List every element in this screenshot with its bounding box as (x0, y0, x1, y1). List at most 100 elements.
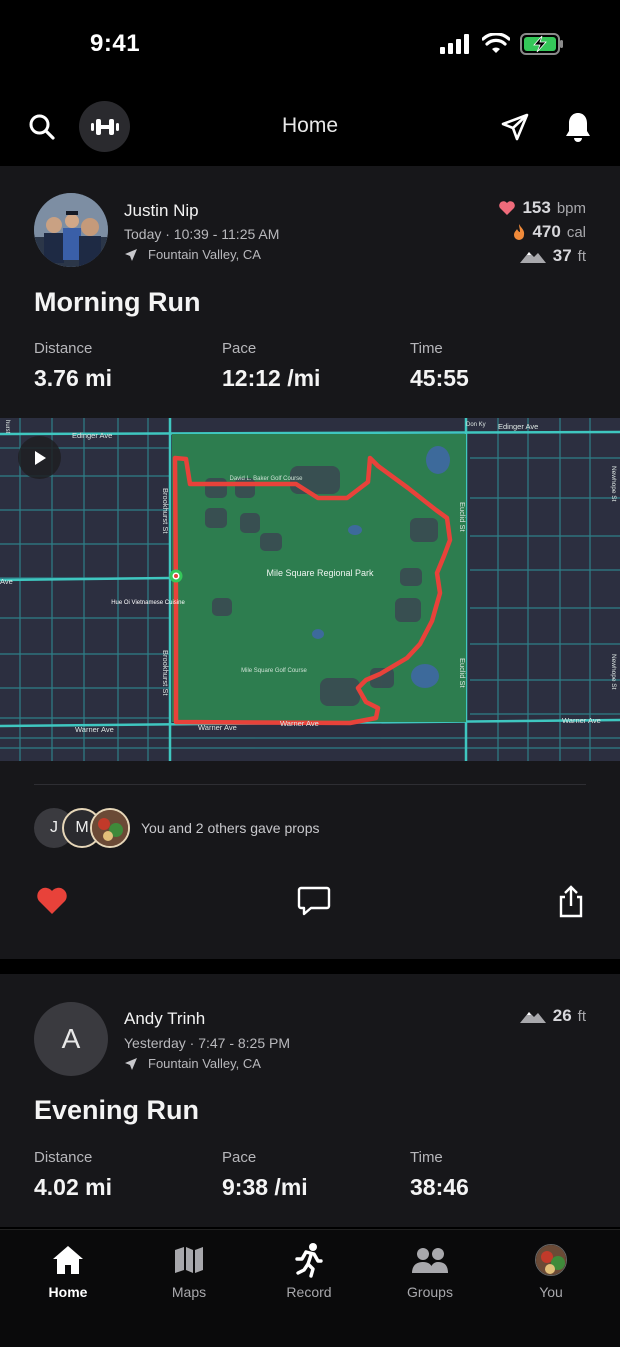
elevation-value: 26 (552, 1006, 572, 1025)
share-button[interactable] (554, 884, 588, 920)
map-label-newhope-s: Newhope St (610, 654, 617, 690)
stat-value: 9:38 /mi (222, 1174, 308, 1200)
comment-button[interactable] (296, 884, 332, 918)
location-text: Fountain Valley, CA (148, 1056, 261, 1071)
activity-datetime: Yesterday · 7:47 - 8:25 PM (124, 1035, 291, 1051)
calories-value: 470 (532, 222, 561, 241)
status-time: 9:41 (90, 30, 141, 57)
tab-bar: Home Maps Record Groups You (0, 1229, 620, 1347)
athlete-avatar[interactable] (34, 193, 108, 267)
heart-filled-icon (37, 887, 67, 914)
location-arrow-icon (125, 248, 137, 261)
battery-charging-icon (520, 33, 564, 60)
activity-title[interactable]: Morning Run (34, 287, 200, 318)
stat-value: 38:46 (410, 1174, 469, 1200)
map-label-don-ky: Don Ky (466, 422, 486, 428)
map-label-golf-north: David L. Baker Golf Course (229, 476, 303, 482)
map-label-euclid-n: Euclid St (458, 502, 467, 533)
props-avatars[interactable]: J M (34, 808, 134, 848)
map-label-edinger-w: Edinger Ave (72, 431, 112, 440)
athlete-avatar[interactable]: A (34, 1002, 108, 1076)
stat-value: 3.76 mi (34, 365, 112, 391)
map-label-brookhurst-s: Brookhurst St (161, 650, 170, 696)
send-icon[interactable] (499, 111, 531, 143)
athlete-name[interactable]: Andy Trinh (124, 1009, 205, 1029)
stat-label: Distance (34, 340, 93, 357)
calories-metric: 470 cal (512, 222, 586, 242)
map-icon (175, 1247, 203, 1273)
map-label-edinger-e: Edinger Ave (498, 422, 538, 431)
home-icon (53, 1246, 83, 1274)
map-label-brookhurst-n: Brookhurst St (161, 488, 170, 534)
map-label-warner-e: Warner Ave (562, 716, 601, 725)
elevation-metric: 37 ft (519, 246, 586, 266)
elevation-unit: ft (577, 1007, 586, 1025)
elevation-value: 37 (552, 246, 572, 265)
map-label-ave-w: Ave (0, 577, 13, 586)
stat-time: Time 45:55 (410, 340, 469, 392)
location-text: Fountain Valley, CA (148, 247, 261, 262)
status-icons (440, 32, 564, 60)
top-navigation: Home (0, 92, 620, 166)
notifications-bell-icon[interactable] (562, 110, 594, 144)
location-arrow-icon (125, 1057, 137, 1070)
map-label-warner-c2: Warner Ave (280, 719, 319, 728)
tab-label: Home (48, 1284, 88, 1300)
heart-rate-value: 153 (522, 198, 551, 217)
stat-label: Pace (222, 340, 257, 357)
props-avatar-photo (90, 808, 130, 848)
activity-card[interactable]: A Andy Trinh Yesterday · 7:47 - 8:25 PM … (0, 974, 620, 1227)
calories-unit: cal (566, 223, 586, 241)
activity-location: Fountain Valley, CA (124, 1056, 261, 1071)
map-label-warner-w: Warner Ave (75, 725, 114, 734)
divider (34, 784, 586, 785)
tab-label: Groups (407, 1284, 453, 1300)
status-bar: 9:41 (0, 0, 620, 92)
map-label-park: Mile Square Regional Park (266, 568, 374, 578)
heart-icon (499, 201, 516, 215)
give-props-button[interactable] (34, 884, 70, 918)
activity-location: Fountain Valley, CA (124, 247, 261, 262)
activity-datetime: Today · 10:39 - 11:25 AM (124, 226, 280, 242)
map-label-warner-c: Warner Ave (198, 723, 237, 732)
tab-record[interactable]: Record (259, 1240, 359, 1300)
stat-value: 45:55 (410, 365, 469, 391)
tab-label: Record (286, 1284, 332, 1300)
tab-you[interactable]: You (501, 1240, 601, 1300)
profile-avatar (535, 1244, 567, 1276)
play-flyover-button[interactable] (18, 436, 61, 479)
stat-distance: Distance 3.76 mi (34, 340, 112, 392)
map-label-golf-south: Mile Square Golf Course (241, 668, 307, 674)
elevation-metric: 26 ft (519, 1006, 586, 1026)
cellular-signal-icon (440, 34, 472, 59)
map-label-cuisine: Hue Oi Vietnamese Cuisine (111, 600, 185, 606)
tab-maps[interactable]: Maps (139, 1240, 239, 1300)
runner-icon (295, 1243, 323, 1278)
tab-label: You (539, 1284, 563, 1300)
heart-rate-unit: bpm (556, 199, 586, 217)
stat-pace: Pace 12:12 /mi (222, 340, 320, 392)
map-label-euclid-s: Euclid St (458, 658, 467, 689)
stat-label: Time (410, 1149, 443, 1166)
athlete-name[interactable]: Justin Nip (124, 201, 199, 221)
flame-icon (514, 224, 525, 240)
route-map[interactable]: Edinger Ave Edinger Ave Don Ky Ave Warne… (0, 418, 620, 761)
elevation-unit: ft (577, 247, 586, 265)
wifi-icon (481, 32, 511, 60)
share-icon (559, 885, 583, 918)
tab-groups[interactable]: Groups (380, 1240, 480, 1300)
mountain-icon (519, 1012, 546, 1023)
play-icon (34, 450, 46, 465)
props-text[interactable]: You and 2 others gave props (141, 820, 320, 836)
map-label-hurst: hurst (4, 420, 10, 434)
stat-label: Pace (222, 1149, 257, 1166)
groups-icon (412, 1248, 448, 1273)
stat-time: Time 38:46 (410, 1149, 469, 1201)
comment-icon (297, 886, 331, 916)
stat-value: 12:12 /mi (222, 365, 321, 391)
tab-home[interactable]: Home (18, 1240, 118, 1300)
stat-label: Time (410, 340, 443, 357)
stat-value: 4.02 mi (34, 1174, 112, 1200)
activity-title[interactable]: Evening Run (34, 1095, 199, 1126)
tab-label: Maps (171, 1284, 207, 1300)
